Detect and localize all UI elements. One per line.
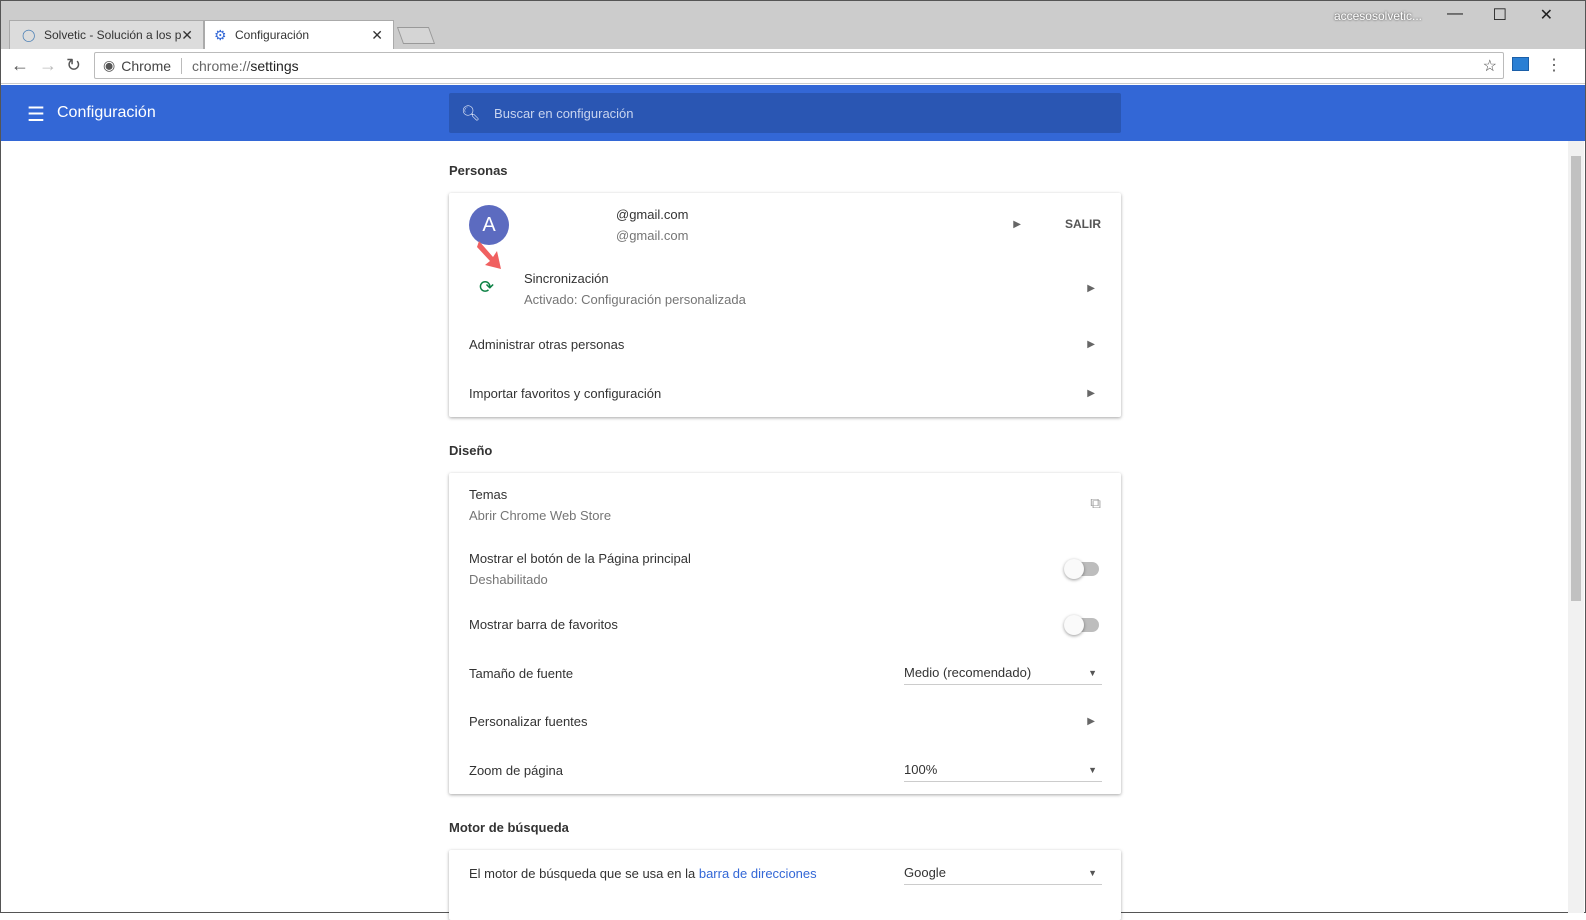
sync-status: Activado: Configuración personalizada [524, 292, 746, 307]
chrome-chip: Chrome [121, 57, 172, 74]
hamburger-menu-icon[interactable]: ☰ [27, 102, 45, 127]
minimize-button[interactable]: — [1447, 5, 1463, 23]
chevron-right-icon[interactable]: ▶ [1087, 388, 1095, 399]
extension-icon[interactable] [1512, 57, 1529, 71]
tab-configuracion[interactable]: ⚙ Configuración ✕ [204, 20, 394, 49]
search-input[interactable]: 🔍︎ Buscar en configuración [449, 93, 1121, 133]
import-bookmarks-row[interactable]: Importar favoritos y configuración [469, 386, 1101, 401]
gear-icon: ⚙ [214, 26, 227, 43]
zoom-select[interactable]: 100% ▼ [904, 762, 1102, 782]
search-engine-card: El motor de búsqueda que se usa en la ba… [449, 850, 1121, 920]
tab-label: Solvetic - Solución a los p [44, 28, 182, 42]
font-size-value: Medio (recomendado) [904, 665, 1032, 680]
close-window-button[interactable]: ✕ [1540, 5, 1553, 25]
manage-people-row[interactable]: Administrar otras personas [469, 337, 1101, 352]
dropdown-arrow-icon: ▼ [1088, 765, 1097, 775]
themes-sub: Abrir Chrome Web Store [469, 508, 612, 523]
themes-row[interactable]: Temas Abrir Chrome Web Store [469, 487, 1101, 523]
address-bar[interactable]: ◉ Chrome chrome://settings ☆ [94, 52, 1504, 79]
search-engine-value: Google [904, 865, 946, 880]
close-tab-icon[interactable]: ✕ [181, 27, 193, 44]
design-card: Temas Abrir Chrome Web Store ⧉ Mostrar e… [449, 473, 1121, 794]
red-arrow-annotation [477, 241, 501, 269]
search-placeholder: Buscar en configuración [494, 105, 634, 121]
sync-row[interactable]: Sincronización Activado: Configuración p… [524, 271, 1101, 307]
chevron-right-icon[interactable]: ▶ [1087, 283, 1095, 294]
chevron-right-icon[interactable]: ▶ [1087, 339, 1095, 350]
external-link-icon[interactable]: ⧉ [1090, 495, 1101, 512]
account-row[interactable]: @gmail.com @gmail.com [616, 207, 1101, 243]
account-name: @gmail.com [616, 207, 689, 222]
close-tab-icon[interactable]: ✕ [371, 27, 383, 44]
home-button-toggle[interactable] [1064, 559, 1099, 579]
bookmarks-bar-toggle[interactable] [1064, 615, 1099, 635]
home-button-row: Mostrar el botón de la Página principal … [469, 551, 1101, 587]
url-scheme: chrome:// [192, 57, 251, 74]
browser-toolbar: ← → ↻ ◉ Chrome chrome://settings ☆ ⋮ [1, 49, 1585, 84]
forward-icon[interactable]: → [39, 55, 57, 76]
dropdown-arrow-icon: ▼ [1088, 668, 1097, 678]
settings-header: ☰ Configuración 🔍︎ Buscar en configuraci… [1, 85, 1585, 141]
home-button-status: Deshabilitado [469, 572, 548, 587]
dropdown-arrow-icon: ▼ [1088, 868, 1097, 878]
back-icon[interactable]: ← [11, 55, 29, 76]
people-card: A @gmail.com @gmail.com ▶ SALIR ⟳ Sincro… [449, 193, 1121, 417]
reload-icon[interactable]: ↻ [66, 55, 81, 76]
scrollbar[interactable] [1568, 141, 1584, 913]
profile-name[interactable]: accesosolvetic... [1334, 9, 1422, 23]
chevron-right-icon[interactable]: ▶ [1087, 716, 1095, 727]
star-icon[interactable]: ☆ [1483, 56, 1497, 76]
menu-dots-icon[interactable]: ⋮ [1546, 55, 1562, 75]
search-engine-select[interactable]: Google ▼ [904, 865, 1102, 885]
maximize-button[interactable]: ☐ [1493, 5, 1507, 25]
zoom-value: 100% [904, 762, 938, 777]
themes-label: Temas [469, 487, 508, 502]
section-design: Diseño [449, 443, 493, 458]
search-engine-label: El motor de búsqueda que se usa en la [469, 866, 696, 881]
section-people: Personas [449, 163, 508, 178]
page-title: Configuración [57, 104, 156, 121]
url-path: settings [250, 57, 299, 74]
address-bar-link[interactable]: barra de direcciones [699, 866, 817, 881]
chevron-right-icon[interactable]: ▶ [1013, 219, 1021, 230]
tab-label: Configuración [235, 28, 310, 42]
font-size-select[interactable]: Medio (recomendado) ▼ [904, 665, 1102, 685]
sync-icon: ⟳ [479, 277, 495, 297]
chrome-icon: ◉ [103, 57, 116, 73]
custom-fonts-row[interactable]: Personalizar fuentes [469, 714, 1101, 729]
search-icon: 🔍︎ [461, 105, 481, 122]
title-bar: ◯ Solvetic - Solución a los p ✕ ⚙ Config… [1, 1, 1585, 49]
sync-title: Sincronización [524, 271, 609, 286]
signout-button[interactable]: SALIR [1065, 217, 1101, 231]
section-search-engine: Motor de búsqueda [449, 820, 569, 835]
new-tab-button[interactable] [396, 27, 436, 44]
home-button-label: Mostrar el botón de la Página principal [469, 551, 691, 566]
account-email: @gmail.com [616, 228, 689, 243]
solvetic-favicon-icon: ◯ [22, 28, 36, 42]
tab-solvetic[interactable]: ◯ Solvetic - Solución a los p ✕ [9, 20, 204, 49]
scrollbar-thumb[interactable] [1571, 156, 1581, 601]
bookmarks-bar-label: Mostrar barra de favoritos [469, 617, 618, 632]
